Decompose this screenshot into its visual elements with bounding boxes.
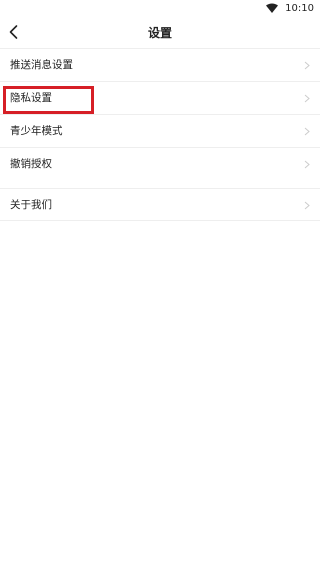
chevron-right-icon: [304, 160, 310, 169]
header-bar: 设置: [0, 16, 320, 48]
settings-row-push-notifications[interactable]: 推送消息设置: [0, 48, 320, 81]
status-time: 10:10: [285, 2, 314, 14]
page-title: 设置: [147, 26, 172, 40]
status-bar: 10:10: [0, 0, 320, 16]
chevron-right-icon: [304, 61, 310, 70]
row-label: 关于我们: [10, 199, 52, 211]
settings-row-revoke-authorization[interactable]: 撤销授权: [0, 147, 320, 180]
settings-row-youth-mode[interactable]: 青少年模式: [0, 114, 320, 147]
row-label: 隐私设置: [10, 92, 52, 104]
section-gap: [0, 180, 320, 188]
chevron-right-icon: [304, 201, 310, 210]
chevron-right-icon: [304, 94, 310, 103]
row-label: 推送消息设置: [10, 59, 73, 71]
settings-list: 推送消息设置 隐私设置 青少年模式 撤销授权 关于我们: [0, 48, 320, 221]
row-label: 撤销授权: [10, 158, 52, 170]
settings-row-about-us[interactable]: 关于我们: [0, 188, 320, 221]
chevron-right-icon: [304, 127, 310, 136]
wifi-icon: [266, 3, 279, 13]
settings-row-privacy[interactable]: 隐私设置: [0, 81, 320, 114]
row-label: 青少年模式: [10, 125, 63, 137]
